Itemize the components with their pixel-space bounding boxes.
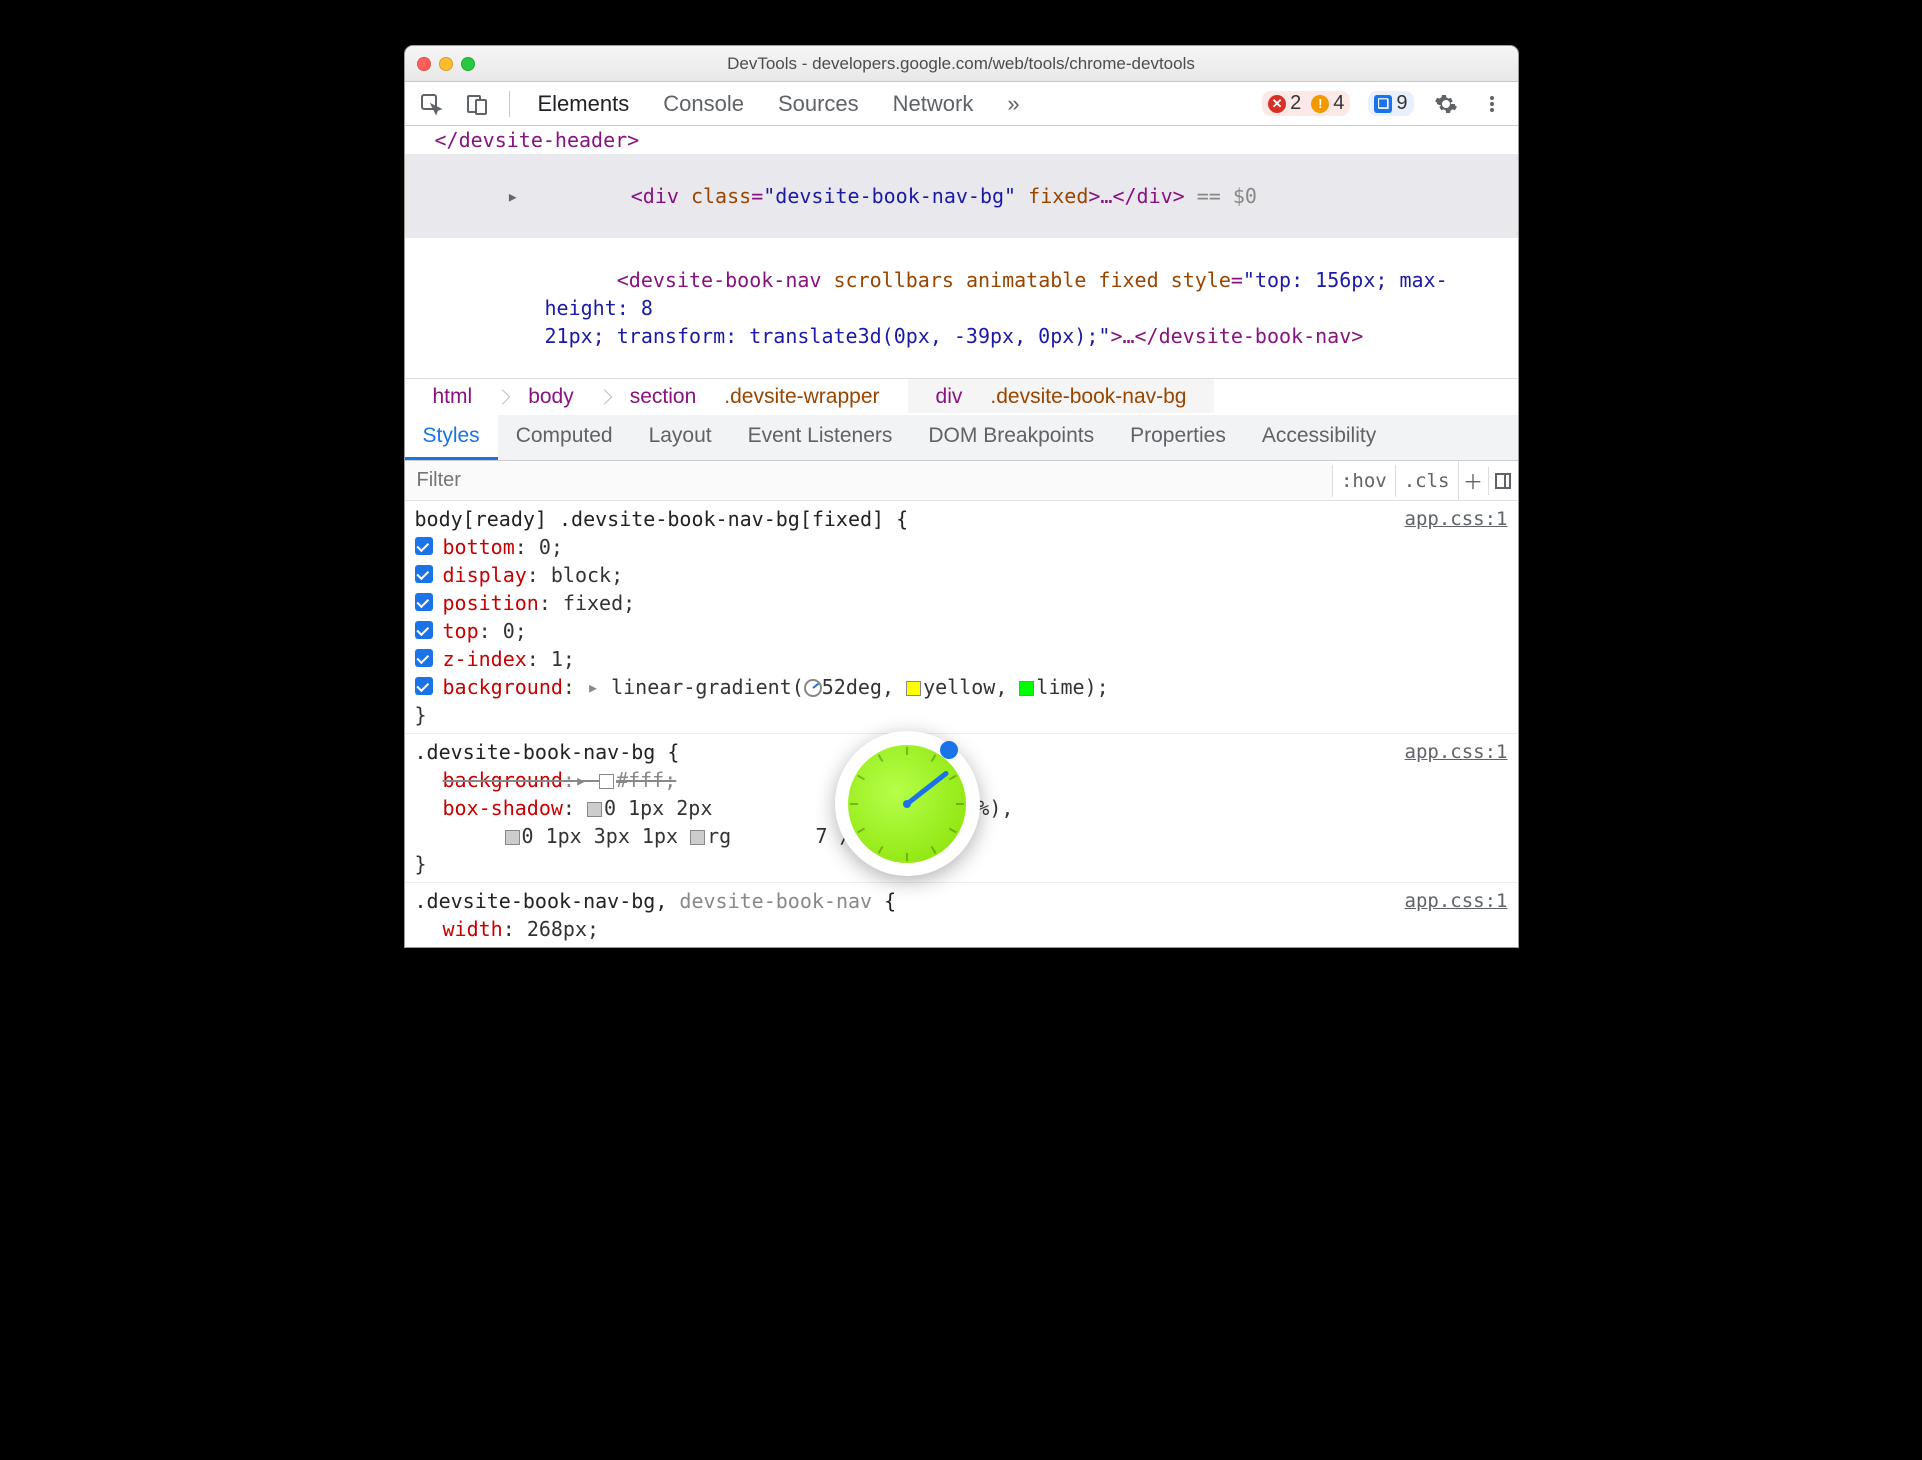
gear-icon[interactable] bbox=[1432, 90, 1460, 118]
filter-bar: :hov .cls ＋ bbox=[405, 461, 1518, 501]
css-rule[interactable]: app.css:1 body[ready] .devsite-book-nav-… bbox=[405, 501, 1518, 734]
computed-toggle-icon[interactable] bbox=[1488, 467, 1518, 495]
zoom-icon[interactable] bbox=[461, 57, 475, 71]
color-swatch-icon[interactable] bbox=[599, 774, 614, 789]
window-titlebar: DevTools - developers.google.com/web/too… bbox=[405, 46, 1518, 82]
checkbox-icon[interactable] bbox=[415, 621, 433, 639]
subtab-computed[interactable]: Computed bbox=[498, 415, 631, 460]
panel-tabs: Elements Console Sources Network » bbox=[538, 91, 1020, 117]
color-swatch-icon[interactable] bbox=[1019, 681, 1034, 696]
checkbox-icon[interactable] bbox=[415, 537, 433, 555]
crumb-section[interactable]: section.devsite-wrapper bbox=[602, 379, 908, 415]
traffic-lights bbox=[417, 57, 475, 71]
subtab-layout[interactable]: Layout bbox=[631, 415, 730, 460]
content-area: </devsite-header> ▸<div class="devsite-b… bbox=[405, 126, 1518, 947]
source-link[interactable]: app.css:1 bbox=[1405, 887, 1508, 915]
inspect-icon[interactable] bbox=[417, 90, 445, 118]
subtab-eventlisteners[interactable]: Event Listeners bbox=[730, 415, 911, 460]
kebab-icon[interactable] bbox=[1478, 90, 1506, 118]
tab-sources[interactable]: Sources bbox=[778, 91, 859, 117]
dom-line[interactable]: </devsite-header> bbox=[405, 126, 1518, 154]
checkbox-icon[interactable] bbox=[415, 677, 433, 695]
minimize-icon[interactable] bbox=[439, 57, 453, 71]
source-link[interactable]: app.css:1 bbox=[1405, 738, 1508, 766]
clock-face[interactable] bbox=[848, 745, 966, 863]
checkbox-icon[interactable] bbox=[415, 649, 433, 667]
source-link[interactable]: app.css:1 bbox=[1405, 505, 1508, 533]
tab-overflow[interactable]: » bbox=[1007, 91, 1019, 117]
error-warning-badge[interactable]: ✕ 2 ! 4 bbox=[1262, 91, 1350, 116]
styles-rules: app.css:1 body[ready] .devsite-book-nav-… bbox=[405, 501, 1518, 947]
shadow-swatch-icon[interactable] bbox=[505, 830, 520, 845]
breadcrumb: html body section.devsite-wrapper div.de… bbox=[405, 378, 1518, 415]
color-swatch-icon[interactable] bbox=[906, 681, 921, 696]
cls-toggle[interactable]: .cls bbox=[1395, 465, 1458, 497]
subtab-properties[interactable]: Properties bbox=[1112, 415, 1244, 460]
issues-badge[interactable]: ❏ 9 bbox=[1368, 91, 1413, 116]
dom-tree[interactable]: </devsite-header> ▸<div class="devsite-b… bbox=[405, 126, 1518, 378]
clock-hand[interactable] bbox=[905, 770, 949, 806]
css-rule[interactable]: app.css:1 .devsite-book-nav-bg, devsite-… bbox=[405, 883, 1518, 947]
error-icon: ✕ bbox=[1268, 95, 1286, 113]
shadow-swatch-icon[interactable] bbox=[587, 802, 602, 817]
clock-center-icon bbox=[903, 800, 911, 808]
color-swatch-icon[interactable] bbox=[690, 830, 705, 845]
crumb-body[interactable]: body bbox=[500, 379, 602, 415]
subtab-dombreakpoints[interactable]: DOM Breakpoints bbox=[910, 415, 1112, 460]
clock-knob[interactable] bbox=[940, 741, 958, 759]
crumb-div[interactable]: div.devsite-book-nav-bg bbox=[908, 379, 1215, 415]
divider bbox=[509, 91, 510, 117]
device-toggle-icon[interactable] bbox=[463, 90, 491, 118]
devtools-window: DevTools - developers.google.com/web/too… bbox=[404, 45, 1519, 948]
angle-clock-popover[interactable] bbox=[835, 731, 980, 876]
main-toolbar: Elements Console Sources Network » ✕ 2 !… bbox=[405, 82, 1518, 126]
subtab-styles[interactable]: Styles bbox=[405, 415, 498, 460]
tab-elements[interactable]: Elements bbox=[538, 91, 630, 117]
subtab-accessibility[interactable]: Accessibility bbox=[1244, 415, 1394, 460]
dom-selected-node[interactable]: ▸<div class="devsite-book-nav-bg" fixed>… bbox=[405, 154, 1518, 238]
dom-line[interactable]: <devsite-book-nav scrollbars animatable … bbox=[405, 238, 1518, 378]
warning-icon: ! bbox=[1311, 95, 1329, 113]
tab-console[interactable]: Console bbox=[663, 91, 744, 117]
angle-clock-icon[interactable] bbox=[804, 679, 822, 697]
window-title: DevTools - developers.google.com/web/too… bbox=[405, 54, 1518, 74]
expand-icon[interactable]: ▸ bbox=[617, 182, 631, 210]
tab-network[interactable]: Network bbox=[893, 91, 974, 117]
styles-subtabs: Styles Computed Layout Event Listeners D… bbox=[405, 415, 1518, 461]
checkbox-icon[interactable] bbox=[415, 593, 433, 611]
close-icon[interactable] bbox=[417, 57, 431, 71]
crumb-html[interactable]: html bbox=[405, 379, 501, 415]
new-rule-icon[interactable]: ＋ bbox=[1458, 461, 1488, 500]
filter-input[interactable] bbox=[405, 462, 1332, 499]
issues-icon: ❏ bbox=[1374, 95, 1392, 113]
hov-toggle[interactable]: :hov bbox=[1332, 465, 1395, 497]
checkbox-icon[interactable] bbox=[415, 565, 433, 583]
